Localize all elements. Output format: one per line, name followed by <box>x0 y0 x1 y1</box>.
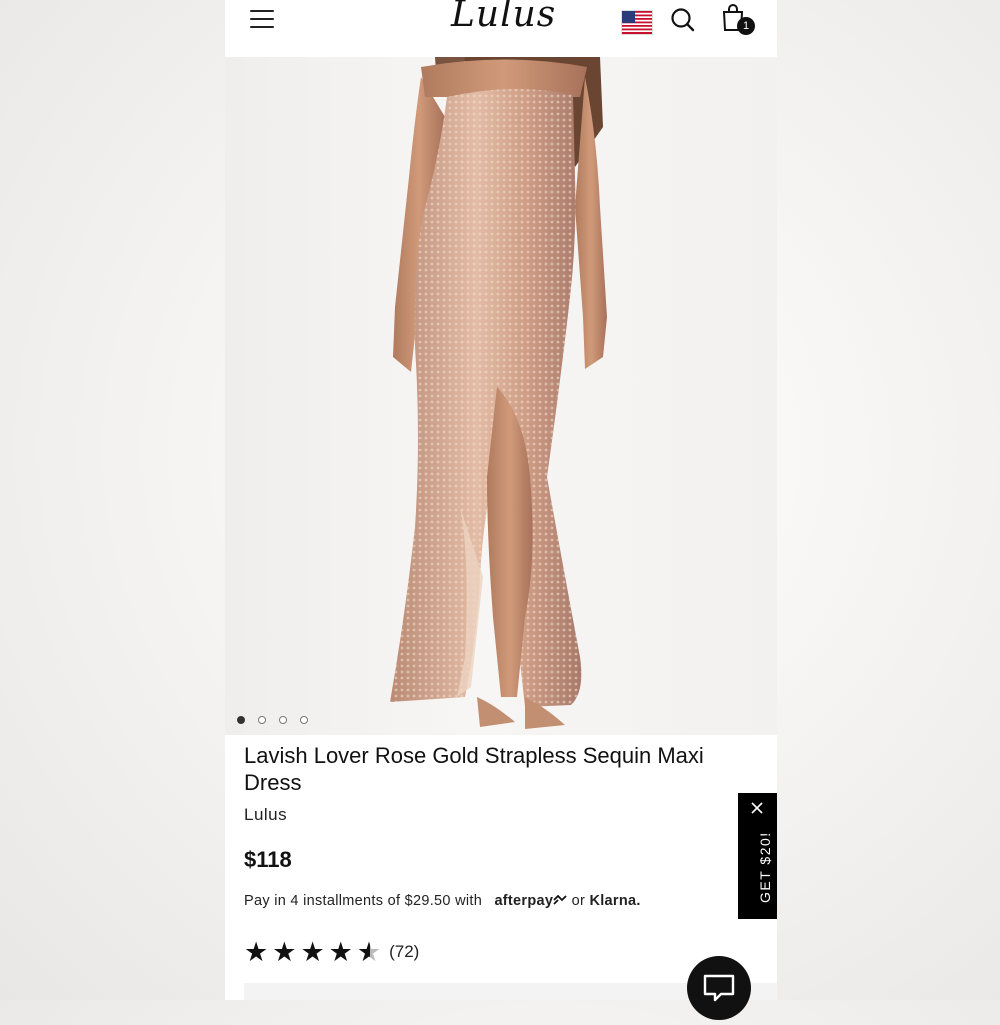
product-rating[interactable]: ★ ★ ★ ★ ★ (72) <box>244 937 419 967</box>
lulus-logo[interactable]: Lulus <box>451 0 555 35</box>
half-star-icon: ★ <box>356 937 382 967</box>
hamburger-menu-icon[interactable] <box>250 9 276 29</box>
star-icon: ★ <box>244 937 269 967</box>
us-flag-icon[interactable] <box>621 10 653 35</box>
dress-model-photo <box>390 57 607 729</box>
top-navigation-bar: Lulus 1 <box>225 0 777 57</box>
installment-info: Pay in 4 installments of $29.50 with aft… <box>244 893 641 909</box>
or-text: or <box>571 893 586 909</box>
promo-label[interactable]: GET $20! <box>757 831 773 903</box>
carousel-dot[interactable] <box>300 716 308 724</box>
product-image-carousel[interactable] <box>225 57 777 735</box>
star-icon: ★ <box>272 937 297 967</box>
shopping-bag-icon[interactable]: 1 <box>721 4 757 36</box>
afterpay-arrows-icon <box>553 894 567 905</box>
carousel-dot[interactable] <box>237 716 245 724</box>
carousel-pagination <box>237 711 321 729</box>
afterpay-logo[interactable]: afterpay <box>494 893 553 909</box>
installment-text: Pay in 4 installments of $29.50 with <box>244 893 483 909</box>
star-icon: ★ <box>328 937 353 967</box>
product-brand[interactable]: Lulus <box>244 805 287 825</box>
product-price: $118 <box>244 847 292 872</box>
promo-tab[interactable]: GET $20! <box>738 793 777 919</box>
carousel-dot[interactable] <box>258 716 266 724</box>
chat-bubble-icon <box>703 974 735 1002</box>
review-count[interactable]: (72) <box>389 942 419 962</box>
product-page: Lulus 1 Lavish Lover Rose Gold Strapless… <box>225 0 777 1000</box>
search-icon[interactable] <box>670 7 696 33</box>
product-title: Lavish Lover Rose Gold Strapless Sequin … <box>244 743 704 795</box>
cart-count-badge: 1 <box>737 17 755 35</box>
close-icon[interactable] <box>750 801 764 815</box>
star-icon: ★ <box>300 937 325 967</box>
chat-button[interactable] <box>687 956 751 1020</box>
carousel-dot[interactable] <box>279 716 287 724</box>
klarna-logo[interactable]: Klarna. <box>589 893 640 909</box>
